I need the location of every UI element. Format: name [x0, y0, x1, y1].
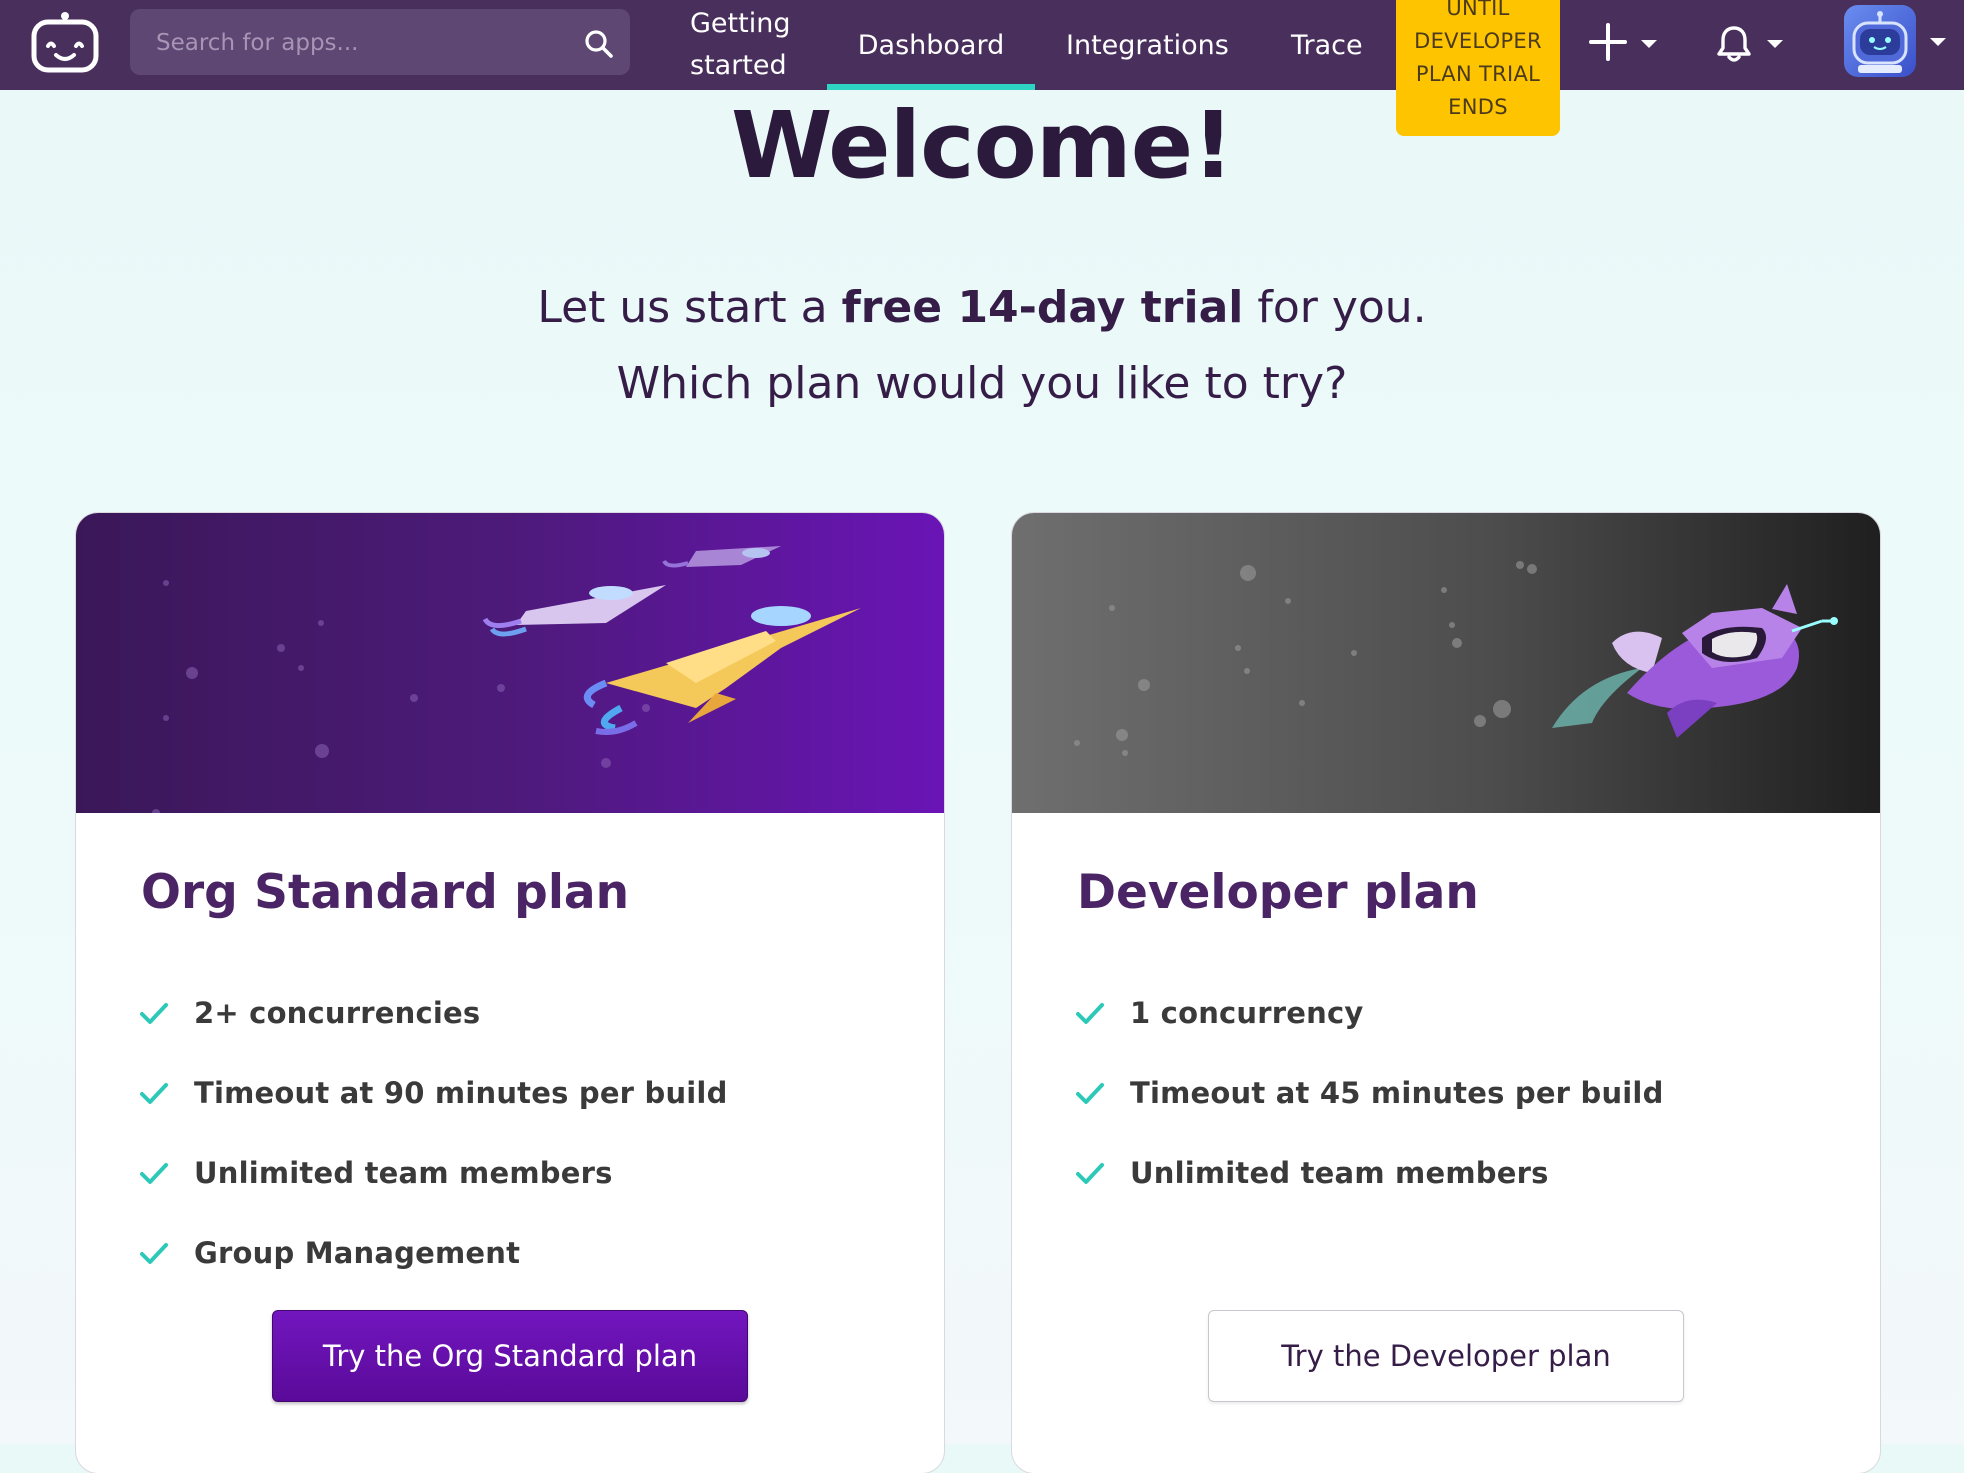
list-item: 2+ concurrencies: [138, 973, 728, 1053]
list-item: Timeout at 90 minutes per build: [138, 1053, 728, 1133]
search-box[interactable]: [130, 9, 630, 77]
chevron-down-icon[interactable]: [1641, 40, 1657, 48]
feature-text: Unlimited team members: [194, 1156, 613, 1190]
list-item: Unlimited team members: [138, 1133, 728, 1213]
nav-trace[interactable]: Trace: [1291, 0, 1363, 90]
subtitle-line-2: Which plan would you like to try?: [616, 358, 1348, 409]
subtitle-emphasis: free 14-day trial: [841, 282, 1244, 333]
trial-badge-line: UNTIL: [1446, 0, 1510, 20]
list-item: Timeout at 45 minutes per build: [1074, 1053, 1664, 1133]
subtitle-line-1: Let us start a free 14-day trial for you…: [0, 270, 1964, 346]
nav-getting-started-line2: started: [690, 50, 787, 81]
check-icon: [140, 1163, 168, 1184]
plan-card-developer: Developer plan 1 concurrency Timeout at …: [1012, 513, 1880, 1473]
list-item: Unlimited team members: [1074, 1133, 1664, 1213]
feature-text: Unlimited team members: [1130, 1156, 1549, 1190]
nav-dashboard[interactable]: Dashboard: [827, 0, 1035, 90]
bell-icon[interactable]: [1714, 24, 1754, 64]
trial-badge-line: DEVELOPER: [1414, 29, 1542, 53]
top-nav: Getting started Dashboard Integrations T…: [0, 0, 1964, 136]
list-item: 1 concurrency: [1074, 973, 1664, 1053]
trial-badge-line: PLAN TRIAL: [1415, 62, 1541, 86]
page-title: Welcome!: [730, 92, 1234, 199]
check-icon: [140, 1243, 168, 1264]
check-icon: [140, 1083, 168, 1104]
plan-feature-list: 2+ concurrencies Timeout at 90 minutes p…: [138, 973, 728, 1293]
chevron-down-icon[interactable]: [1930, 38, 1946, 46]
plan-feature-list: 1 concurrency Timeout at 45 minutes per …: [1074, 973, 1664, 1213]
bitrise-logo-icon[interactable]: [28, 8, 102, 78]
trial-subtitle: Let us start a free 14-day trial for you…: [0, 270, 1964, 422]
plus-icon[interactable]: [1588, 22, 1628, 62]
avatar[interactable]: [1844, 5, 1916, 77]
nav-getting-started[interactable]: Getting started: [690, 0, 810, 90]
subtitle-text: Let us start a: [537, 282, 842, 333]
search-icon[interactable]: [584, 29, 614, 59]
try-developer-button[interactable]: Try the Developer plan: [1208, 1310, 1684, 1402]
subtitle-text: for you.: [1243, 282, 1427, 333]
list-item: Group Management: [138, 1213, 728, 1293]
try-org-standard-button[interactable]: Try the Org Standard plan: [272, 1310, 748, 1402]
check-icon: [1076, 1003, 1104, 1024]
nav-integrations[interactable]: Integrations: [1066, 0, 1229, 90]
check-icon: [140, 1003, 168, 1024]
rocket-ships-icon: [76, 513, 944, 813]
nav-getting-started-line1: Getting: [690, 8, 791, 39]
feature-text: Timeout at 90 minutes per build: [194, 1076, 728, 1110]
feature-text: 1 concurrency: [1130, 996, 1364, 1030]
search-input[interactable]: [154, 9, 558, 77]
check-icon: [1076, 1163, 1104, 1184]
feature-text: 2+ concurrencies: [194, 996, 481, 1030]
feature-text: Group Management: [194, 1236, 521, 1270]
plan-card-org-standard: Org Standard plan 2+ concurrencies Timeo…: [76, 513, 944, 1473]
spaceship-icon: [1012, 513, 1880, 813]
check-icon: [1076, 1083, 1104, 1104]
feature-text: Timeout at 45 minutes per build: [1130, 1076, 1664, 1110]
plan-title: Org Standard plan: [141, 865, 630, 920]
plan-title: Developer plan: [1077, 865, 1479, 920]
chevron-down-icon[interactable]: [1767, 40, 1783, 48]
